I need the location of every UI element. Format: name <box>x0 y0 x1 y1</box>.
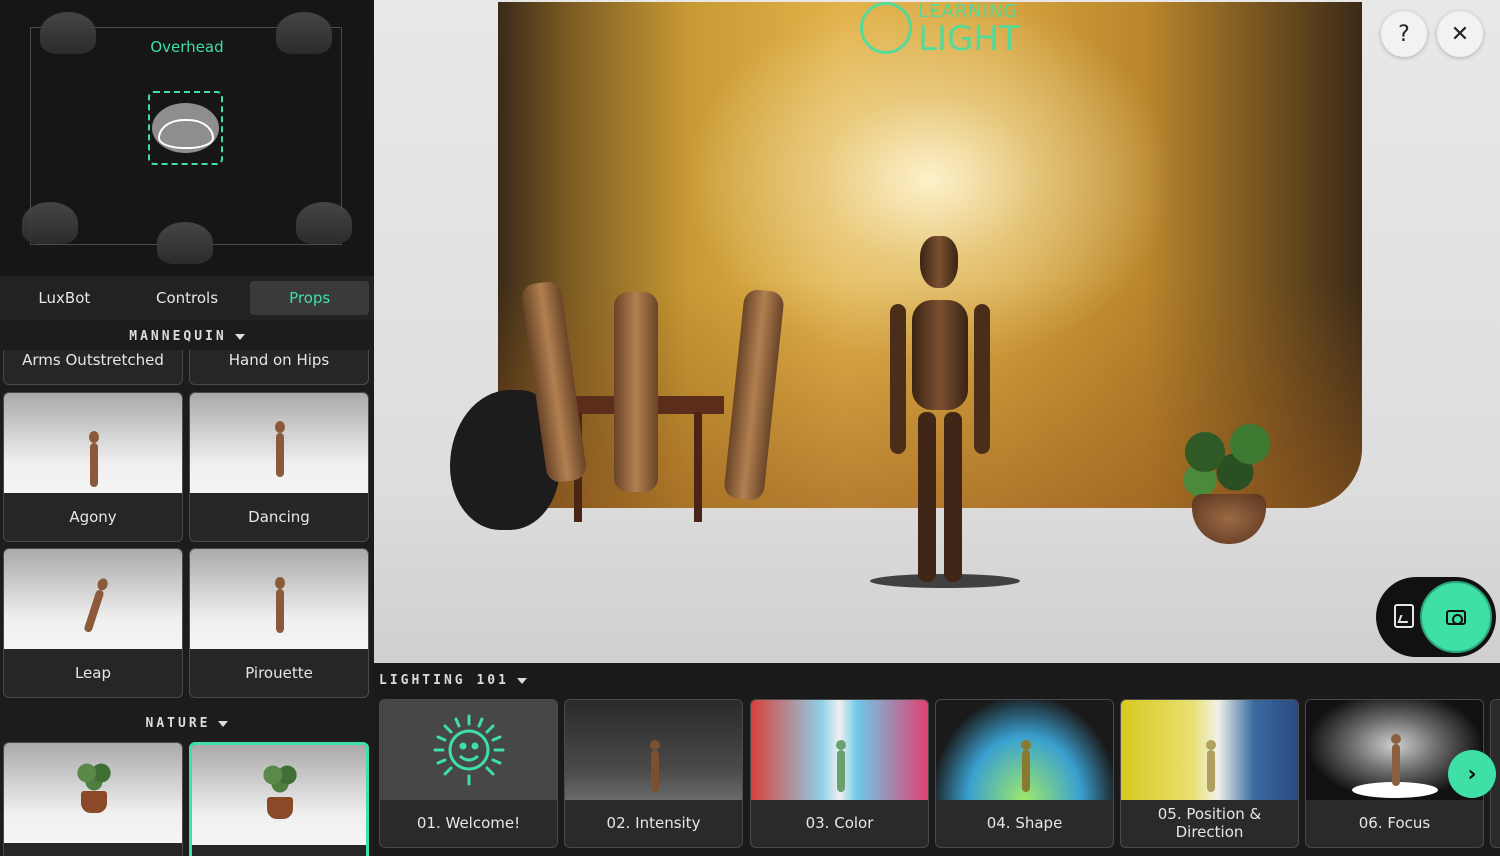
prop-card-label: Pirouette <box>245 664 313 682</box>
help-icon: ? <box>1398 21 1410 47</box>
lesson-card-shape[interactable]: 04. Shape <box>935 699 1114 848</box>
prop-card-hand-on-hips[interactable]: Hand on Hips <box>189 350 369 385</box>
prop-card-label: Leap <box>74 664 112 682</box>
learning-light-logo: LEARNING LIGHT <box>860 2 1020 56</box>
mannequin-section-header[interactable]: MANNEQUIN <box>0 329 374 344</box>
lessons-bar: LIGHTING 101 01. Welcome! 02. Intensity … <box>374 663 1500 856</box>
prop-thumbnail <box>4 393 182 493</box>
lesson-card-position-direction[interactable]: 05. Position & Direction <box>1120 699 1299 848</box>
lesson-thumbnail <box>751 700 928 800</box>
lesson-thumbnail <box>380 700 557 800</box>
tab-props[interactable]: Props <box>250 281 370 315</box>
potted-plant-prop[interactable] <box>1174 420 1284 550</box>
prop-card-plant-pot-selected[interactable] <box>189 742 369 856</box>
caret-down-icon <box>218 720 229 727</box>
lesson-card-welcome[interactable]: 01. Welcome! <box>379 699 558 848</box>
prop-card-label: Dancing <box>248 508 310 526</box>
lesson-thumbnail <box>565 700 742 800</box>
prop-card-plant-small[interactable] <box>3 742 183 856</box>
lesson-label: 04. Shape <box>986 814 1063 832</box>
chevron-right-icon: › <box>1467 761 1477 787</box>
prop-card-label: Arms Outstretched <box>22 351 164 369</box>
capture-controls <box>1376 577 1496 657</box>
lesson-label: 02. Intensity <box>606 814 701 832</box>
prop-thumbnail <box>190 393 368 493</box>
selected-light-overhead[interactable] <box>148 91 223 165</box>
tab-controls[interactable]: Controls <box>128 281 247 315</box>
lesson-card-color[interactable]: 03. Color <box>750 699 929 848</box>
close-button[interactable]: ✕ <box>1437 11 1483 57</box>
light-lamp-icon[interactable] <box>296 202 352 244</box>
prop-card-arms-outstretched[interactable]: Arms Outstretched <box>3 350 183 385</box>
nature-section-label: NATURE <box>145 716 211 731</box>
gallery-icon[interactable] <box>1394 604 1414 628</box>
nature-section-header[interactable]: NATURE <box>0 716 374 731</box>
prop-thumbnail <box>4 549 182 649</box>
prop-card-label: Hand on Hips <box>228 351 330 369</box>
seated-mannequins-group[interactable] <box>504 280 834 542</box>
light-lamp-icon[interactable] <box>40 12 96 54</box>
scene-viewport[interactable]: LEARNING LIGHT ? ✕ <box>374 0 1500 663</box>
light-lamp-icon[interactable] <box>157 222 213 264</box>
lessons-section-header[interactable]: LIGHTING 101 <box>379 673 527 688</box>
camera-icon <box>1446 609 1466 625</box>
light-lamp-icon <box>158 119 214 149</box>
prop-card-label: Agony <box>69 508 117 526</box>
lesson-label: 06. Focus <box>1358 814 1431 832</box>
panel-tabs: LuxBot Controls Props <box>0 276 374 320</box>
lessons-section-label: LIGHTING 101 <box>379 673 509 688</box>
light-lamp-icon[interactable] <box>22 202 78 244</box>
light-lamp-icon[interactable] <box>276 12 332 54</box>
overhead-view[interactable]: Overhead <box>0 0 374 276</box>
caret-down-icon <box>516 677 527 684</box>
props-scroll-area[interactable]: Arms Outstretched Hand on Hips Agony Dan… <box>0 350 374 856</box>
lesson-thumbnail <box>1121 700 1298 800</box>
left-panel: Overhead LuxBot Controls Props MANNEQUIN… <box>0 0 374 856</box>
camera-button[interactable] <box>1420 581 1492 653</box>
lesson-label: 03. Color <box>805 814 874 832</box>
prop-thumbnail <box>4 743 182 843</box>
prop-thumbnail <box>190 549 368 649</box>
smiley-sun-icon <box>433 714 505 786</box>
tab-luxbot[interactable]: LuxBot <box>5 281 124 315</box>
help-button[interactable]: ? <box>1381 11 1427 57</box>
smiley-sun-icon <box>860 2 912 54</box>
prop-thumbnail <box>192 745 366 845</box>
standing-mannequin[interactable] <box>890 236 990 591</box>
lesson-card-intensity[interactable]: 02. Intensity <box>564 699 743 848</box>
prop-card-dancing[interactable]: Dancing <box>189 392 369 542</box>
next-lessons-button[interactable]: › <box>1448 750 1496 798</box>
prop-card-leap[interactable]: Leap <box>3 548 183 698</box>
lesson-label: 05. Position & Direction <box>1157 805 1262 841</box>
lesson-label: 01. Welcome! <box>416 814 521 832</box>
close-icon: ✕ <box>1450 21 1470 47</box>
lesson-thumbnail <box>936 700 1113 800</box>
prop-card-pirouette[interactable]: Pirouette <box>189 548 369 698</box>
mannequin-section-label: MANNEQUIN <box>129 329 227 344</box>
prop-card-agony[interactable]: Agony <box>3 392 183 542</box>
caret-down-icon <box>234 333 245 340</box>
